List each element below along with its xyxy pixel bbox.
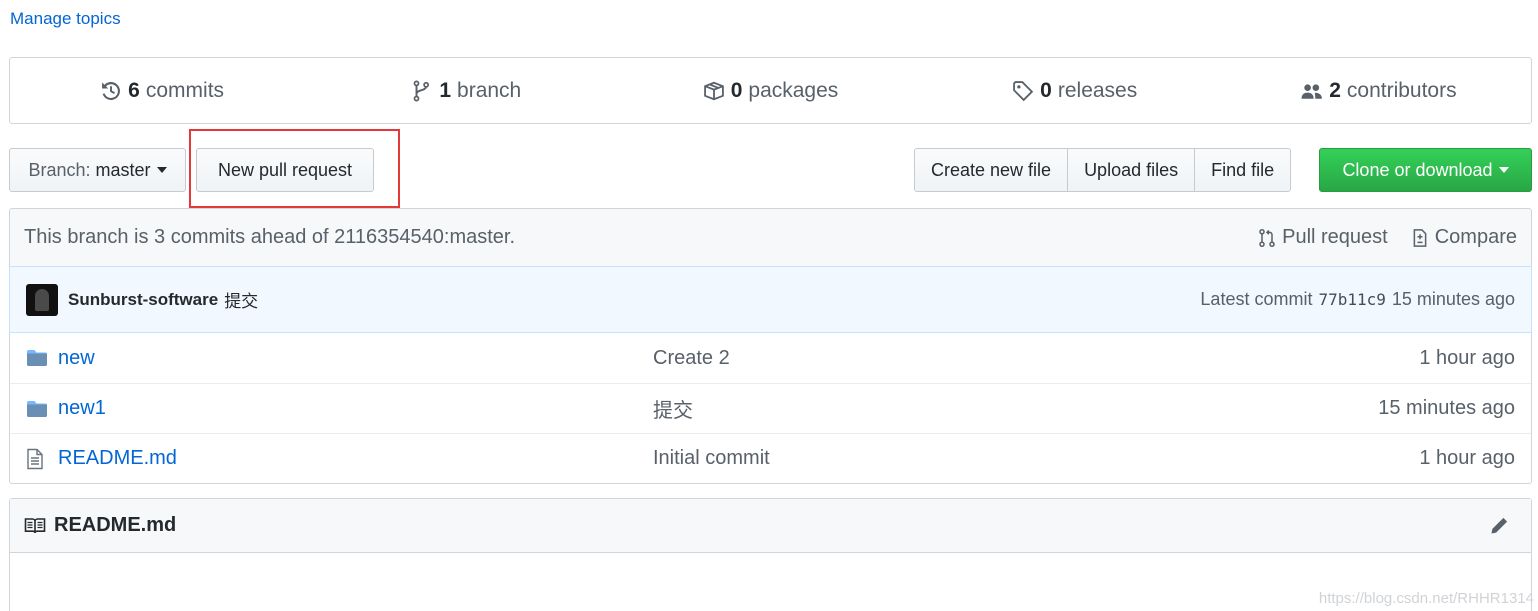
repo-summary-bar: 6 commits 1 branch 0 packages 0 releases… bbox=[9, 57, 1532, 124]
git-branch-icon bbox=[413, 80, 430, 101]
contributors-stat[interactable]: 2 contributors bbox=[1227, 58, 1531, 123]
latest-commit-bar: Sunburst-software 提交 Latest commit 77b11c… bbox=[9, 266, 1532, 333]
diff-icon bbox=[1413, 228, 1427, 247]
file-age: 1 hour ago bbox=[1419, 346, 1515, 369]
file-list: new Create 2 1 hour ago new1 提交 15 minut… bbox=[9, 333, 1532, 484]
file-commit-message[interactable]: Initial commit bbox=[653, 447, 1419, 470]
avatar[interactable] bbox=[26, 283, 58, 316]
compare-label: Compare bbox=[1434, 226, 1517, 248]
packages-label: packages bbox=[748, 78, 839, 102]
commit-message[interactable]: 提交 bbox=[224, 287, 258, 312]
file-actions-group: Create new file Upload files Find file bbox=[914, 148, 1292, 192]
file-commit-message[interactable]: 提交 bbox=[653, 394, 1378, 423]
commit-age: 15 minutes ago bbox=[1391, 289, 1515, 309]
package-icon bbox=[703, 81, 724, 100]
pull-request-label: Pull request bbox=[1282, 226, 1388, 248]
packages-stat[interactable]: 0 packages bbox=[618, 58, 922, 123]
folder-icon bbox=[26, 400, 50, 418]
book-icon bbox=[24, 517, 46, 533]
annotation-highlight-box bbox=[189, 129, 400, 208]
list-item: new1 提交 15 minutes ago bbox=[10, 383, 1531, 433]
clone-or-download-button[interactable]: Clone or download bbox=[1319, 148, 1532, 192]
caret-down-icon bbox=[1498, 167, 1509, 173]
commit-author[interactable]: Sunburst-software bbox=[68, 290, 218, 310]
file-age: 15 minutes ago bbox=[1378, 397, 1515, 419]
list-item: new Create 2 1 hour ago bbox=[10, 333, 1531, 383]
readme-header: README.md bbox=[10, 499, 1531, 553]
readme-title: README.md bbox=[54, 514, 177, 536]
releases-label: releases bbox=[1057, 78, 1138, 102]
manage-topics-link[interactable]: Manage topics bbox=[10, 9, 121, 29]
upload-files-button[interactable]: Upload files bbox=[1067, 148, 1196, 192]
commits-count: 6 bbox=[128, 78, 140, 102]
create-new-file-button[interactable]: Create new file bbox=[914, 148, 1069, 192]
commits-label: commits bbox=[145, 78, 225, 102]
commit-meta: Latest commit 77b11c9 15 minutes ago bbox=[1200, 289, 1515, 310]
branches-count: 1 bbox=[439, 78, 452, 102]
commits-stat[interactable]: 6 commits bbox=[10, 58, 314, 123]
find-file-button[interactable]: Find file bbox=[1194, 148, 1292, 192]
history-icon bbox=[102, 81, 121, 100]
branch-select-button[interactable]: Branch: master bbox=[9, 148, 186, 192]
packages-count: 0 bbox=[730, 78, 743, 102]
branch-prefix-label: Branch: bbox=[28, 159, 91, 180]
releases-count: 0 bbox=[1040, 78, 1052, 102]
branch-name: master bbox=[95, 159, 151, 180]
file-age: 1 hour ago bbox=[1419, 447, 1515, 469]
file-commit-message[interactable]: Create 2 bbox=[653, 347, 1419, 370]
watermark-text: https://blog.csdn.net/RHHR1314 bbox=[1318, 590, 1534, 607]
file-text-icon bbox=[26, 448, 50, 470]
caret-down-icon bbox=[156, 167, 167, 173]
branches-stat[interactable]: 1 branch bbox=[314, 58, 618, 123]
branch-status-bar: This branch is 3 commits ahead of 211635… bbox=[9, 208, 1532, 267]
folder-icon bbox=[26, 349, 50, 367]
file-name-link[interactable]: README.md bbox=[58, 447, 653, 470]
latest-commit-label: Latest commit bbox=[1200, 289, 1313, 309]
file-name-link[interactable]: new1 bbox=[58, 397, 653, 420]
commit-sha[interactable]: 77b11c9 bbox=[1318, 290, 1385, 309]
tag-icon bbox=[1013, 80, 1034, 101]
list-item: README.md Initial commit 1 hour ago bbox=[10, 433, 1531, 483]
readme-panel: README.md bbox=[9, 498, 1532, 611]
pull-request-link[interactable]: Pull request bbox=[1257, 226, 1388, 249]
clone-or-download-label: Clone or download bbox=[1342, 159, 1493, 180]
contributors-count: 2 bbox=[1329, 78, 1341, 102]
branches-label: branch bbox=[457, 78, 522, 102]
branch-status-text: This branch is 3 commits ahead of 211635… bbox=[24, 226, 516, 248]
compare-link[interactable]: Compare bbox=[1410, 226, 1517, 249]
git-pull-request-icon bbox=[1259, 228, 1275, 247]
contributors-label: contributors bbox=[1346, 78, 1457, 102]
people-icon bbox=[1301, 83, 1323, 99]
pencil-icon[interactable] bbox=[1489, 516, 1509, 536]
file-name-link[interactable]: new bbox=[58, 347, 653, 370]
releases-stat[interactable]: 0 releases bbox=[923, 58, 1227, 123]
